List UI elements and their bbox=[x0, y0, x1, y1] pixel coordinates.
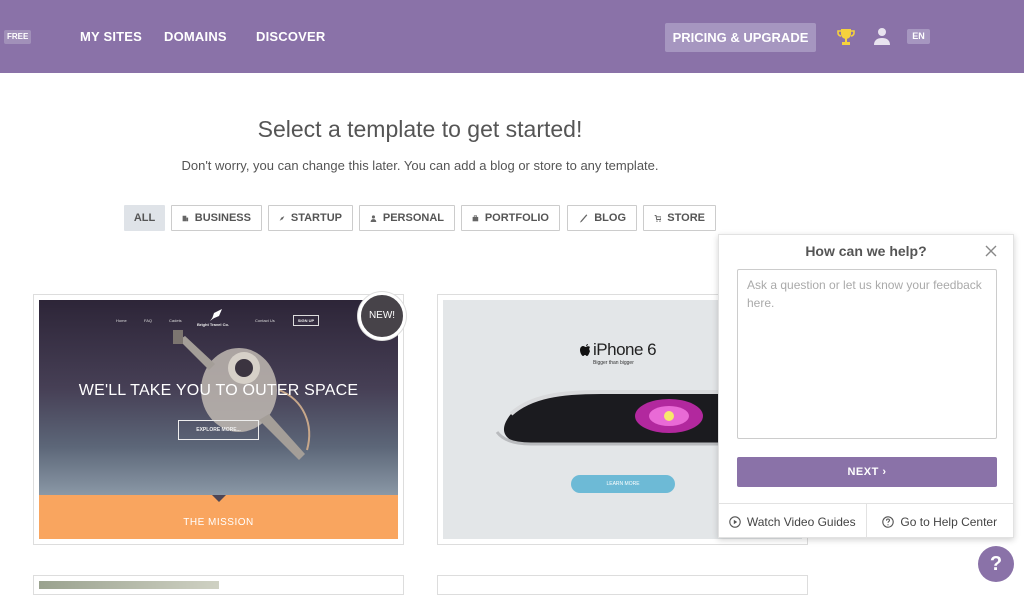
language-selector[interactable]: EN bbox=[907, 29, 930, 44]
rocket-icon bbox=[279, 215, 285, 221]
top-navigation-bar: FREE MY SITES DOMAINS DISCOVER PRICING &… bbox=[0, 0, 1024, 73]
filter-business[interactable]: BUSINESS bbox=[171, 205, 262, 231]
template-product-title: iPhone 6 bbox=[593, 340, 657, 359]
filter-startup[interactable]: STARTUP bbox=[268, 205, 353, 231]
template-card-partial[interactable] bbox=[437, 575, 808, 595]
filter-personal[interactable]: PERSONAL bbox=[359, 205, 455, 231]
play-circle-icon bbox=[729, 515, 741, 528]
filter-blog[interactable]: BLOG bbox=[567, 205, 637, 231]
filter-label: BLOG bbox=[594, 212, 626, 224]
filter-label: BUSINESS bbox=[194, 212, 251, 224]
user-icon[interactable] bbox=[873, 27, 891, 45]
cart-icon bbox=[654, 214, 662, 222]
close-icon[interactable] bbox=[984, 244, 998, 258]
rocket-icon bbox=[210, 309, 222, 321]
nav-domains[interactable]: DOMAINS bbox=[164, 29, 227, 44]
pricing-upgrade-button[interactable]: PRICING & UPGRADE bbox=[665, 23, 816, 52]
template-brand-name: Bright Travel Co. bbox=[197, 322, 230, 327]
pen-icon bbox=[579, 213, 588, 223]
help-button[interactable]: ? bbox=[978, 546, 1014, 582]
page-title: Select a template to get started! bbox=[257, 116, 583, 142]
watch-video-guides-link[interactable]: Watch Video Guides bbox=[719, 504, 866, 539]
filter-portfolio[interactable]: PORTFOLIO bbox=[461, 205, 560, 231]
template-signup-button: SIGN UP bbox=[293, 315, 319, 326]
nav-my-sites[interactable]: MY SITES bbox=[80, 29, 142, 44]
new-badge: NEW! bbox=[358, 292, 406, 340]
feedback-input[interactable] bbox=[737, 269, 997, 439]
template-preview-partial bbox=[39, 581, 219, 589]
person-icon bbox=[370, 214, 377, 222]
filter-store[interactable]: STORE bbox=[643, 205, 716, 231]
help-footer: Watch Video Guides Go to Help Center bbox=[719, 503, 1013, 539]
page-subtitle: Don't worry, you can change this later. … bbox=[181, 158, 659, 173]
template-learn-more-button: LEARN MORE bbox=[571, 475, 675, 493]
astronaut-image bbox=[173, 330, 311, 460]
mini-nav-home: Home bbox=[116, 318, 127, 323]
filter-all[interactable]: ALL bbox=[124, 205, 165, 231]
watch-video-guides-label: Watch Video Guides bbox=[746, 514, 856, 529]
nav-discover[interactable]: DISCOVER bbox=[256, 29, 326, 44]
plan-badge: FREE bbox=[4, 30, 32, 44]
trophy-icon[interactable] bbox=[836, 27, 856, 47]
help-center-label: Go to Help Center bbox=[900, 514, 998, 529]
template-headline: WE'LL TAKE YOU TO OUTER SPACE bbox=[78, 382, 359, 399]
mini-nav-faq: FAQ bbox=[144, 318, 153, 323]
filter-label: PERSONAL bbox=[382, 212, 444, 224]
question-circle-icon bbox=[882, 515, 895, 528]
template-card-outer-space[interactable]: Home FAQ Cadets Contact Us Bright Travel… bbox=[33, 294, 404, 545]
mini-nav-contact: Contact Us bbox=[255, 318, 275, 323]
next-button[interactable]: NEXT › bbox=[737, 457, 997, 487]
section-notch bbox=[212, 495, 226, 502]
template-explore-button: EXPLORE MORE... bbox=[178, 420, 259, 440]
template-product-subtitle: Bigger than bigger bbox=[593, 360, 634, 366]
portfolio-icon bbox=[472, 214, 479, 221]
help-center-link[interactable]: Go to Help Center bbox=[865, 504, 1014, 539]
filter-label: STORE bbox=[667, 212, 705, 224]
filter-label: ALL bbox=[133, 212, 156, 224]
help-panel: How can we help? NEXT › Watch Video Guid… bbox=[718, 234, 1014, 539]
apple-logo-icon bbox=[580, 344, 590, 356]
filter-label: PORTFOLIO bbox=[484, 212, 549, 224]
help-title: How can we help? bbox=[805, 243, 927, 259]
briefcase-icon bbox=[182, 215, 189, 221]
template-preview: Home FAQ Cadets Contact Us Bright Travel… bbox=[39, 300, 398, 539]
filter-label: STARTUP bbox=[290, 212, 342, 224]
mini-nav-cadets: Cadets bbox=[169, 318, 182, 323]
